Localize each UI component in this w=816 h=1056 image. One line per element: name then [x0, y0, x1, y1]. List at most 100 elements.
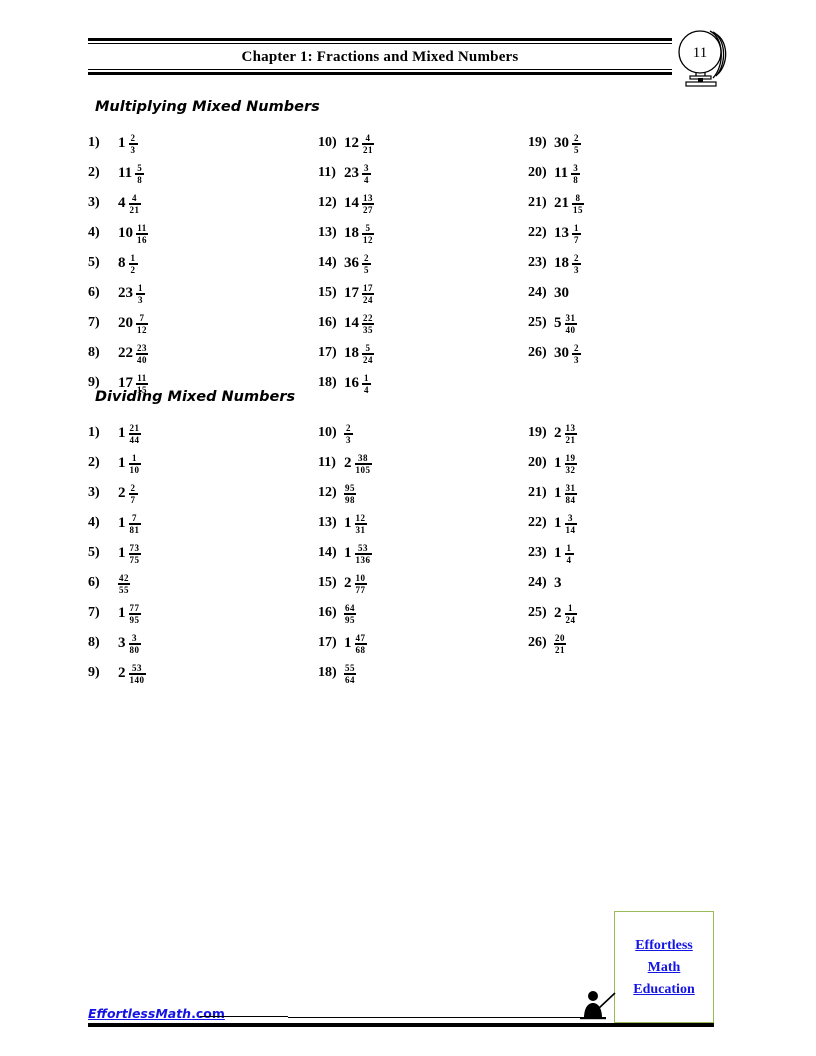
- fraction-denominator: 21: [129, 205, 140, 216]
- fraction-denominator: 21: [555, 645, 565, 656]
- answer-item: 11) 2 38 105: [318, 448, 523, 478]
- fraction-numerator: 2: [130, 482, 136, 493]
- fraction-numerator: 17: [363, 282, 373, 293]
- answer-item-value: 2 13 21: [554, 422, 577, 445]
- fraction-numerator: 21: [129, 422, 140, 433]
- fraction-numerator: 20: [555, 632, 565, 643]
- answer-item-number: 21): [528, 485, 547, 500]
- answer-whole-number: 30: [554, 284, 569, 301]
- answer-item-number: 6): [88, 575, 100, 590]
- answer-item-number: 4): [88, 515, 100, 530]
- answer-item: 23) 1 1 4: [528, 538, 728, 568]
- answer-whole-number: 2: [344, 454, 352, 471]
- fraction-denominator: 32: [565, 465, 576, 476]
- fraction-denominator: 80: [129, 645, 140, 656]
- answer-item: 21) 21 8 15: [528, 188, 728, 218]
- answer-fraction: 25: [572, 133, 581, 155]
- answer-item-number: 9): [88, 375, 100, 390]
- fraction-numerator: 38: [358, 452, 368, 463]
- fraction-denominator: 4: [364, 385, 369, 396]
- answer-item-number: 23): [528, 255, 547, 270]
- answer-fraction: 5 12: [362, 223, 374, 245]
- answer-item-value: 55 64: [344, 662, 356, 685]
- fraction-numerator: 23: [137, 342, 147, 353]
- answer-fraction: 31 84: [564, 483, 577, 506]
- answer-fraction: 3 80: [128, 632, 141, 656]
- fraction-numerator: 3: [568, 512, 573, 523]
- answer-item-value: 3 3 80: [118, 632, 141, 655]
- answer-item: 3) 4 4 21: [88, 188, 318, 218]
- fraction-denominator: 84: [565, 495, 576, 506]
- fraction-numerator: 77: [129, 602, 140, 613]
- fraction-numerator: 1: [138, 282, 143, 293]
- fraction-numerator: 2: [574, 252, 579, 263]
- answer-item-number: 13): [318, 515, 337, 530]
- answer-whole-number: 30: [554, 134, 569, 151]
- fraction-numerator: 1: [566, 542, 572, 553]
- page-header: Chapter 1: Fractions and Mixed Numbers: [88, 38, 672, 78]
- fraction-numerator: 3: [364, 162, 369, 173]
- answer-item: 18) 55 64: [318, 658, 523, 688]
- answer-whole-number: 21: [554, 194, 569, 211]
- answer-item: 26) 20 21: [528, 628, 728, 658]
- fraction-denominator: 7: [574, 235, 579, 246]
- effortless-math-logo[interactable]: Effortless Math Education: [614, 911, 714, 1023]
- answer-item-number: 12): [318, 485, 337, 500]
- answer-item: 10) 12 4 21: [318, 128, 523, 158]
- header-rule-top-thin: [88, 43, 672, 44]
- fraction-numerator: 2: [130, 132, 136, 143]
- answer-whole-number: 1: [118, 544, 126, 561]
- answer-item-value: 95 98: [344, 482, 356, 505]
- answer-item-value: 11 3 8: [554, 162, 581, 185]
- answer-item: 26) 30 2 3: [528, 338, 728, 368]
- answer-whole-number: 36: [344, 254, 359, 271]
- answer-item-value: 2 1 24: [554, 602, 577, 625]
- answer-fraction: 7 12: [136, 313, 148, 335]
- fraction-denominator: 95: [345, 615, 355, 626]
- footer-bar: [88, 1023, 714, 1027]
- answer-item-number: 16): [318, 315, 337, 330]
- logo-line-3: Education: [633, 981, 695, 997]
- fraction-numerator: 11: [137, 222, 147, 233]
- answer-item: 17) 18 5 24: [318, 338, 523, 368]
- answer-item-number: 8): [88, 345, 100, 360]
- answer-whole-number: 2: [554, 424, 562, 441]
- answer-item: 16) 64 95: [318, 598, 523, 628]
- answer-fraction: 21 44: [128, 422, 141, 445]
- answer-item-number: 26): [528, 635, 547, 650]
- answer-whole-number: 1: [344, 634, 352, 651]
- answer-item: 20) 1 19 32: [528, 448, 728, 478]
- answer-item-number: 17): [318, 635, 337, 650]
- answer-whole-number: 1: [554, 544, 562, 561]
- answer-item-number: 19): [528, 135, 547, 150]
- answer-fraction: 10 77: [354, 573, 367, 595]
- fraction-numerator: 1: [130, 252, 136, 263]
- answer-item-number: 14): [318, 255, 337, 270]
- answer-item: 12) 14 13 27: [318, 188, 523, 218]
- answer-item: 8) 3 3 80: [88, 628, 318, 658]
- answer-item-number: 3): [88, 195, 100, 210]
- answer-item-value: 23 1 3: [118, 282, 145, 305]
- answer-item: 17) 1 47 68: [318, 628, 523, 658]
- answer-item-value: 1 1 10: [118, 452, 141, 475]
- footer-website-link[interactable]: EffortlessMath.com: [88, 1006, 225, 1021]
- answer-item: 2) 1 1 10: [88, 448, 318, 478]
- fraction-denominator: 21: [363, 145, 373, 156]
- answer-item: 16) 14 22 35: [318, 308, 523, 338]
- fraction-numerator: 53: [132, 662, 142, 673]
- fraction-denominator: 8: [137, 175, 143, 186]
- answer-fraction: 23: [572, 252, 581, 275]
- fraction-denominator: 24: [363, 355, 373, 366]
- fraction-numerator: 3: [132, 632, 137, 643]
- answer-item: 19) 2 13 21: [528, 418, 728, 448]
- answer-fraction: 12 31: [354, 513, 367, 535]
- fraction-numerator: 7: [132, 512, 137, 523]
- answer-whole-number: 14: [344, 314, 359, 331]
- fraction-numerator: 1: [132, 452, 137, 463]
- answer-fraction: 34: [362, 162, 371, 185]
- answer-item-value: 18 5 12: [344, 222, 374, 245]
- answer-fraction: 58: [135, 163, 145, 186]
- answer-item: 7) 20 7 12: [88, 308, 318, 338]
- chapter-title: Chapter 1: Fractions and Mixed Numbers: [241, 49, 519, 65]
- answer-item: 10) 2 3: [318, 418, 523, 448]
